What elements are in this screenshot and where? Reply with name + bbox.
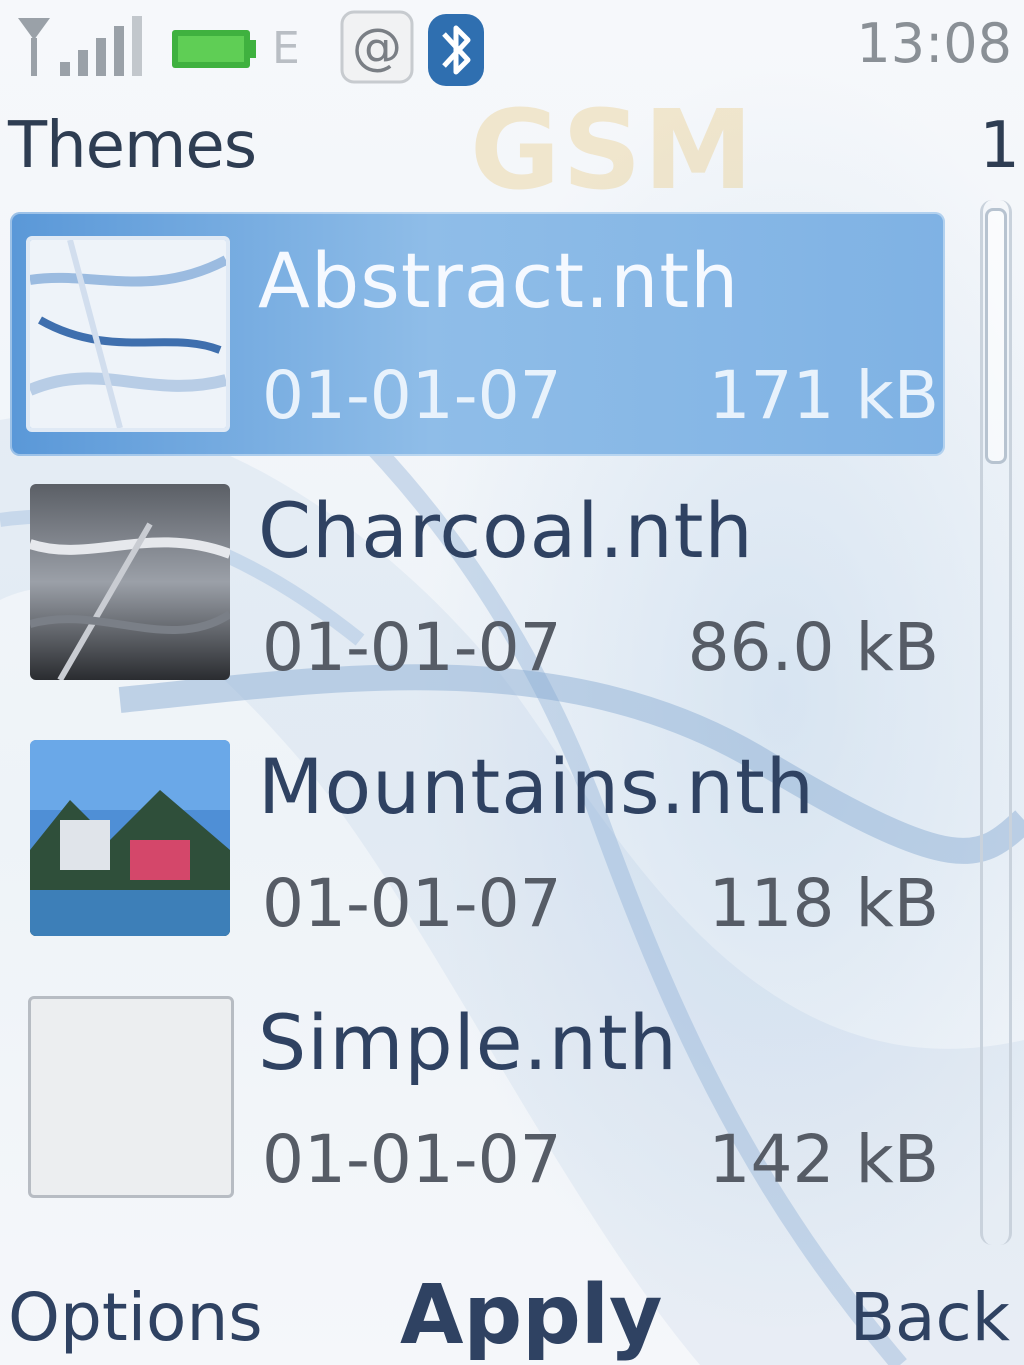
theme-name: Mountains.nth: [258, 742, 815, 831]
theme-list: Abstract.nth 01-01-07 171 kB Charcoal.nt…: [10, 212, 945, 1236]
theme-size: 171 kB: [708, 357, 939, 434]
theme-size: 86.0 kB: [687, 609, 939, 686]
theme-name: Abstract.nth: [258, 236, 740, 325]
softkey-bar: Options Apply Back: [0, 1268, 1024, 1365]
theme-size: 142 kB: [708, 1121, 939, 1198]
page-title: Themes: [8, 109, 257, 183]
theme-date: 01-01-07: [262, 865, 562, 942]
theme-date: 01-01-07: [262, 1121, 562, 1198]
theme-name: Charcoal.nth: [258, 486, 754, 575]
svg-text:@: @: [352, 18, 402, 76]
simple-thumbnail: [28, 996, 234, 1198]
watermark-logo: GSM: [470, 86, 755, 214]
abstract-thumbnail: [26, 236, 230, 432]
bluetooth-icon: [428, 14, 484, 86]
theme-item-abstract[interactable]: Abstract.nth 01-01-07 171 kB: [10, 212, 945, 456]
theme-date: 01-01-07: [262, 609, 562, 686]
edge-icon: E: [272, 23, 300, 74]
battery-icon: [172, 30, 256, 68]
theme-item-simple[interactable]: Simple.nth 01-01-07 142 kB: [10, 980, 945, 1236]
scrollbar-thumb[interactable]: [985, 208, 1007, 464]
status-bar: E @ 13:08: [0, 0, 1024, 95]
mountains-thumbnail: [30, 740, 230, 936]
back-softkey[interactable]: Back: [850, 1278, 1010, 1358]
theme-size: 118 kB: [708, 865, 939, 942]
theme-item-mountains[interactable]: Mountains.nth 01-01-07 118 kB: [10, 724, 945, 980]
options-softkey[interactable]: Options: [8, 1278, 263, 1358]
page-index: 1: [979, 109, 1020, 183]
theme-name: Simple.nth: [258, 998, 678, 1087]
charcoal-thumbnail: [30, 484, 230, 680]
theme-date: 01-01-07: [262, 357, 562, 434]
clock: 13:08: [856, 12, 1012, 75]
scrollbar[interactable]: [980, 200, 1012, 1245]
email-icon: @: [340, 10, 414, 84]
signal-icon: [18, 16, 142, 76]
theme-item-charcoal[interactable]: Charcoal.nth 01-01-07 86.0 kB: [10, 468, 945, 724]
apply-softkey[interactable]: Apply: [400, 1268, 662, 1364]
phone-screen: E @ 13:08 GSM Themes 1 Abstract.nth 01-0…: [0, 0, 1024, 1365]
